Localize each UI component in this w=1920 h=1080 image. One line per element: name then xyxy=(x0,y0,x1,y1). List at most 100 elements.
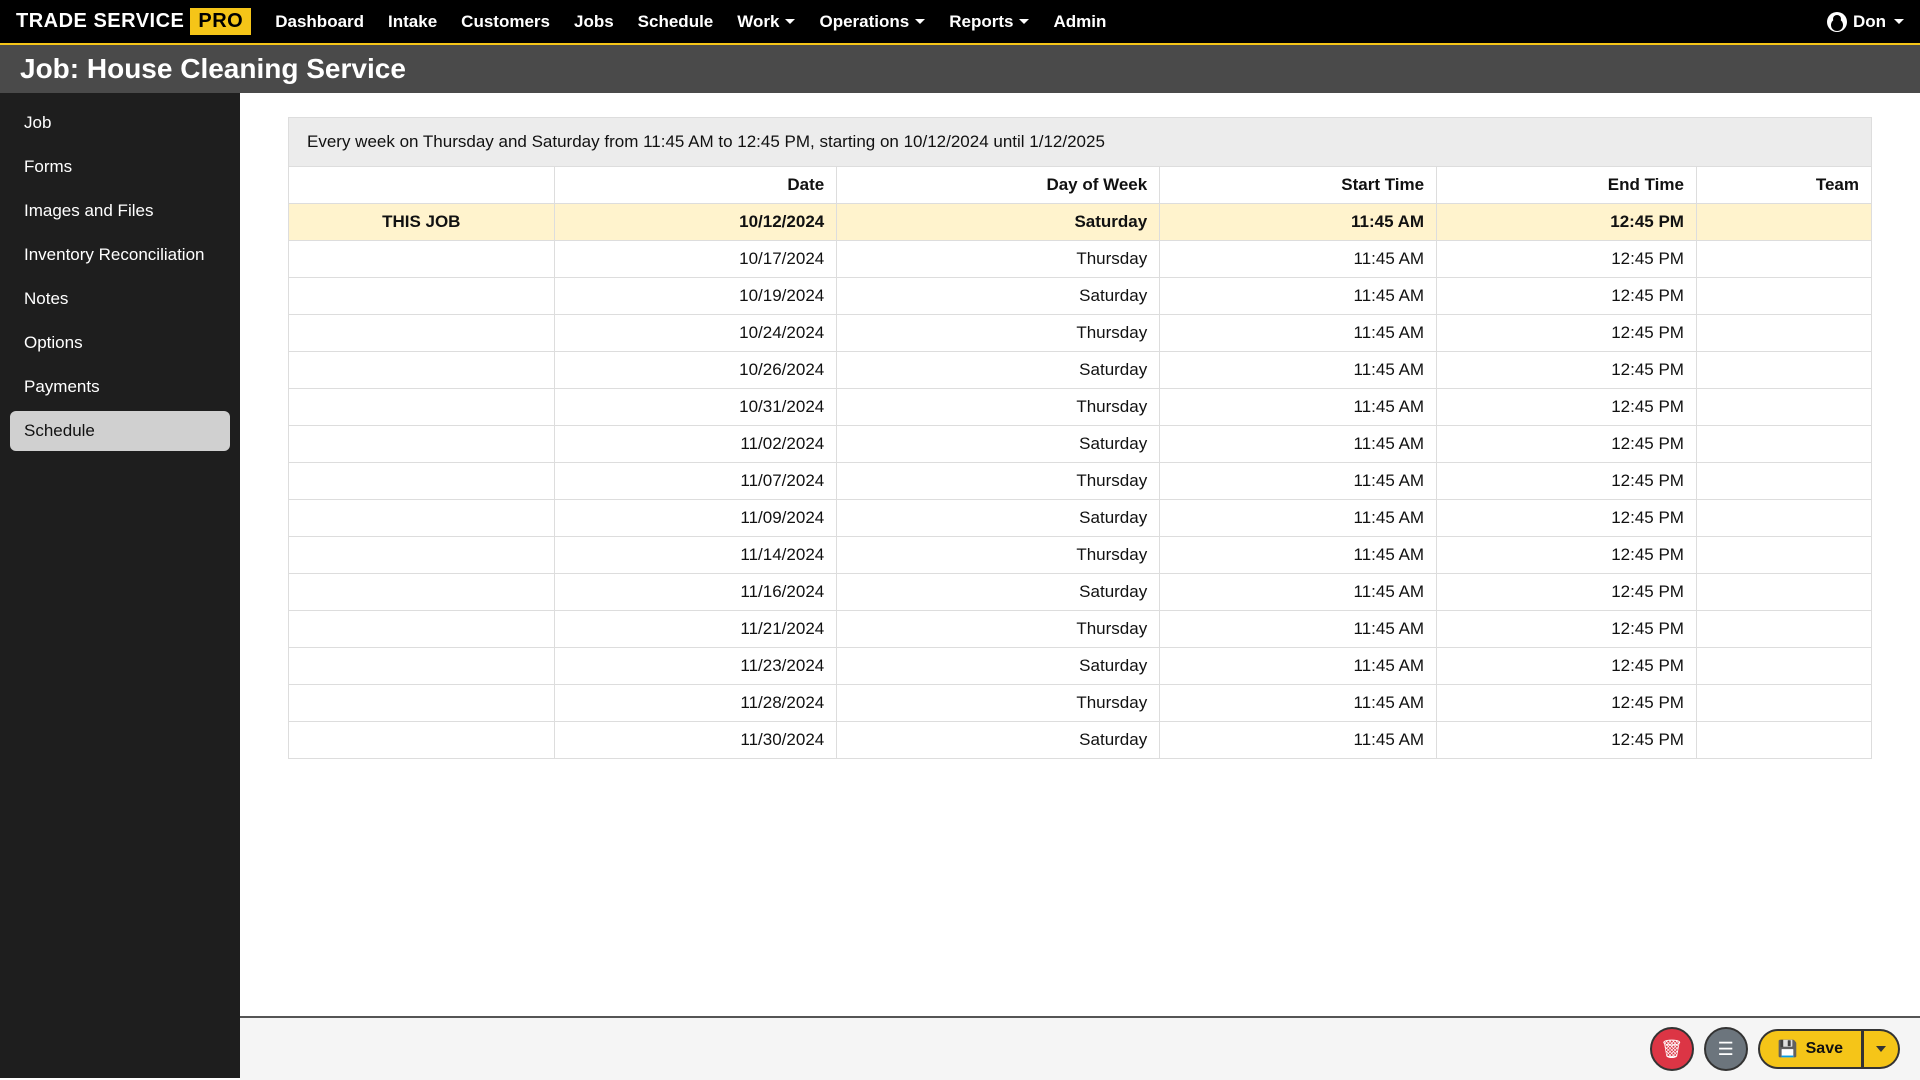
save-icon xyxy=(1778,1039,1798,1059)
nav-link-reports[interactable]: Reports xyxy=(949,12,1029,32)
column-header: Start Time xyxy=(1160,167,1437,204)
nav-link-intake[interactable]: Intake xyxy=(388,12,437,32)
cell-date: 11/30/2024 xyxy=(554,722,837,759)
delete-button[interactable] xyxy=(1650,1027,1694,1071)
cell-dow: Saturday xyxy=(837,500,1160,537)
table-row[interactable]: 11/14/2024Thursday11:45 AM12:45 PM xyxy=(289,537,1872,574)
column-header: Day of Week xyxy=(837,167,1160,204)
cell-end: 12:45 PM xyxy=(1437,315,1697,352)
footer-toolbar: Save xyxy=(240,1016,1920,1080)
cell-start: 11:45 AM xyxy=(1160,463,1437,500)
nav-link-operations[interactable]: Operations xyxy=(819,12,925,32)
nav-link-jobs[interactable]: Jobs xyxy=(574,12,614,32)
cell-end: 12:45 PM xyxy=(1437,352,1697,389)
table-row[interactable]: 11/21/2024Thursday11:45 AM12:45 PM xyxy=(289,611,1872,648)
cell-date: 10/17/2024 xyxy=(554,241,837,278)
user-menu[interactable]: Don xyxy=(1827,12,1904,32)
cell-tag xyxy=(289,537,555,574)
main-content: Every week on Thursday and Saturday from… xyxy=(240,93,1920,1078)
chevron-down-icon xyxy=(1019,19,1029,24)
sidebar-item-schedule[interactable]: Schedule xyxy=(10,411,230,451)
brand-logo[interactable]: TRADE SERVICE PRO xyxy=(16,8,251,35)
save-dropdown-button[interactable] xyxy=(1863,1029,1900,1069)
cell-dow: Saturday xyxy=(837,426,1160,463)
cell-end: 12:45 PM xyxy=(1437,426,1697,463)
save-button-group: Save xyxy=(1758,1029,1900,1069)
cell-date: 11/28/2024 xyxy=(554,685,837,722)
table-row[interactable]: 10/31/2024Thursday11:45 AM12:45 PM xyxy=(289,389,1872,426)
sidebar: JobFormsImages and FilesInventory Reconc… xyxy=(0,93,240,1078)
nav-link-admin[interactable]: Admin xyxy=(1053,12,1106,32)
table-row[interactable]: 11/23/2024Saturday11:45 AM12:45 PM xyxy=(289,648,1872,685)
cell-dow: Thursday xyxy=(837,537,1160,574)
column-header: Team xyxy=(1696,167,1871,204)
cell-dow: Saturday xyxy=(837,352,1160,389)
sidebar-item-payments[interactable]: Payments xyxy=(10,367,230,407)
sidebar-item-inventory-reconciliation[interactable]: Inventory Reconciliation xyxy=(10,235,230,275)
cell-team xyxy=(1696,389,1871,426)
sidebar-item-options[interactable]: Options xyxy=(10,323,230,363)
cell-tag xyxy=(289,574,555,611)
table-row[interactable]: 10/26/2024Saturday11:45 AM12:45 PM xyxy=(289,352,1872,389)
sidebar-item-forms[interactable]: Forms xyxy=(10,147,230,187)
nav-link-label: Reports xyxy=(949,12,1013,32)
table-row[interactable]: 11/07/2024Thursday11:45 AM12:45 PM xyxy=(289,463,1872,500)
table-row[interactable]: 10/24/2024Thursday11:45 AM12:45 PM xyxy=(289,315,1872,352)
list-button[interactable] xyxy=(1704,1027,1748,1071)
save-button[interactable]: Save xyxy=(1758,1029,1863,1069)
chevron-down-icon xyxy=(915,19,925,24)
nav-link-label: Jobs xyxy=(574,12,614,32)
sidebar-item-images-and-files[interactable]: Images and Files xyxy=(10,191,230,231)
cell-end: 12:45 PM xyxy=(1437,463,1697,500)
cell-date: 11/23/2024 xyxy=(554,648,837,685)
table-row[interactable]: 11/28/2024Thursday11:45 AM12:45 PM xyxy=(289,685,1872,722)
sidebar-item-notes[interactable]: Notes xyxy=(10,279,230,319)
nav-link-label: Intake xyxy=(388,12,437,32)
nav-link-customers[interactable]: Customers xyxy=(461,12,550,32)
page-title: Job: House Cleaning Service xyxy=(0,45,1920,93)
nav-link-work[interactable]: Work xyxy=(737,12,795,32)
column-header: End Time xyxy=(1437,167,1697,204)
cell-date: 10/24/2024 xyxy=(554,315,837,352)
table-row[interactable]: 11/09/2024Saturday11:45 AM12:45 PM xyxy=(289,500,1872,537)
cell-start: 11:45 AM xyxy=(1160,574,1437,611)
nav-link-dashboard[interactable]: Dashboard xyxy=(275,12,364,32)
table-row[interactable]: 11/30/2024Saturday11:45 AM12:45 PM xyxy=(289,722,1872,759)
column-header xyxy=(289,167,555,204)
cell-tag xyxy=(289,389,555,426)
cell-start: 11:45 AM xyxy=(1160,241,1437,278)
nav-link-schedule[interactable]: Schedule xyxy=(638,12,714,32)
cell-start: 11:45 AM xyxy=(1160,426,1437,463)
cell-start: 11:45 AM xyxy=(1160,685,1437,722)
table-row[interactable]: 10/19/2024Saturday11:45 AM12:45 PM xyxy=(289,278,1872,315)
cell-tag xyxy=(289,315,555,352)
cell-dow: Saturday xyxy=(837,278,1160,315)
cell-dow: Saturday xyxy=(837,648,1160,685)
brand-badge: PRO xyxy=(190,8,251,35)
cell-team xyxy=(1696,204,1871,241)
cell-team xyxy=(1696,352,1871,389)
cell-end: 12:45 PM xyxy=(1437,204,1697,241)
cell-date: 10/31/2024 xyxy=(554,389,837,426)
table-row[interactable]: 11/02/2024Saturday11:45 AM12:45 PM xyxy=(289,426,1872,463)
cell-end: 12:45 PM xyxy=(1437,500,1697,537)
cell-team xyxy=(1696,500,1871,537)
cell-tag xyxy=(289,500,555,537)
cell-team xyxy=(1696,574,1871,611)
cell-start: 11:45 AM xyxy=(1160,278,1437,315)
table-row[interactable]: 11/16/2024Saturday11:45 AM12:45 PM xyxy=(289,574,1872,611)
cell-date: 11/07/2024 xyxy=(554,463,837,500)
cell-tag xyxy=(289,648,555,685)
cell-date: 11/09/2024 xyxy=(554,500,837,537)
sidebar-item-job[interactable]: Job xyxy=(10,103,230,143)
user-name: Don xyxy=(1853,12,1886,32)
table-row[interactable]: THIS JOB10/12/2024Saturday11:45 AM12:45 … xyxy=(289,204,1872,241)
cell-date: 10/19/2024 xyxy=(554,278,837,315)
cell-team xyxy=(1696,722,1871,759)
cell-start: 11:45 AM xyxy=(1160,352,1437,389)
cell-team xyxy=(1696,648,1871,685)
table-row[interactable]: 10/17/2024Thursday11:45 AM12:45 PM xyxy=(289,241,1872,278)
column-header: Date xyxy=(554,167,837,204)
cell-end: 12:45 PM xyxy=(1437,611,1697,648)
cell-date: 11/21/2024 xyxy=(554,611,837,648)
